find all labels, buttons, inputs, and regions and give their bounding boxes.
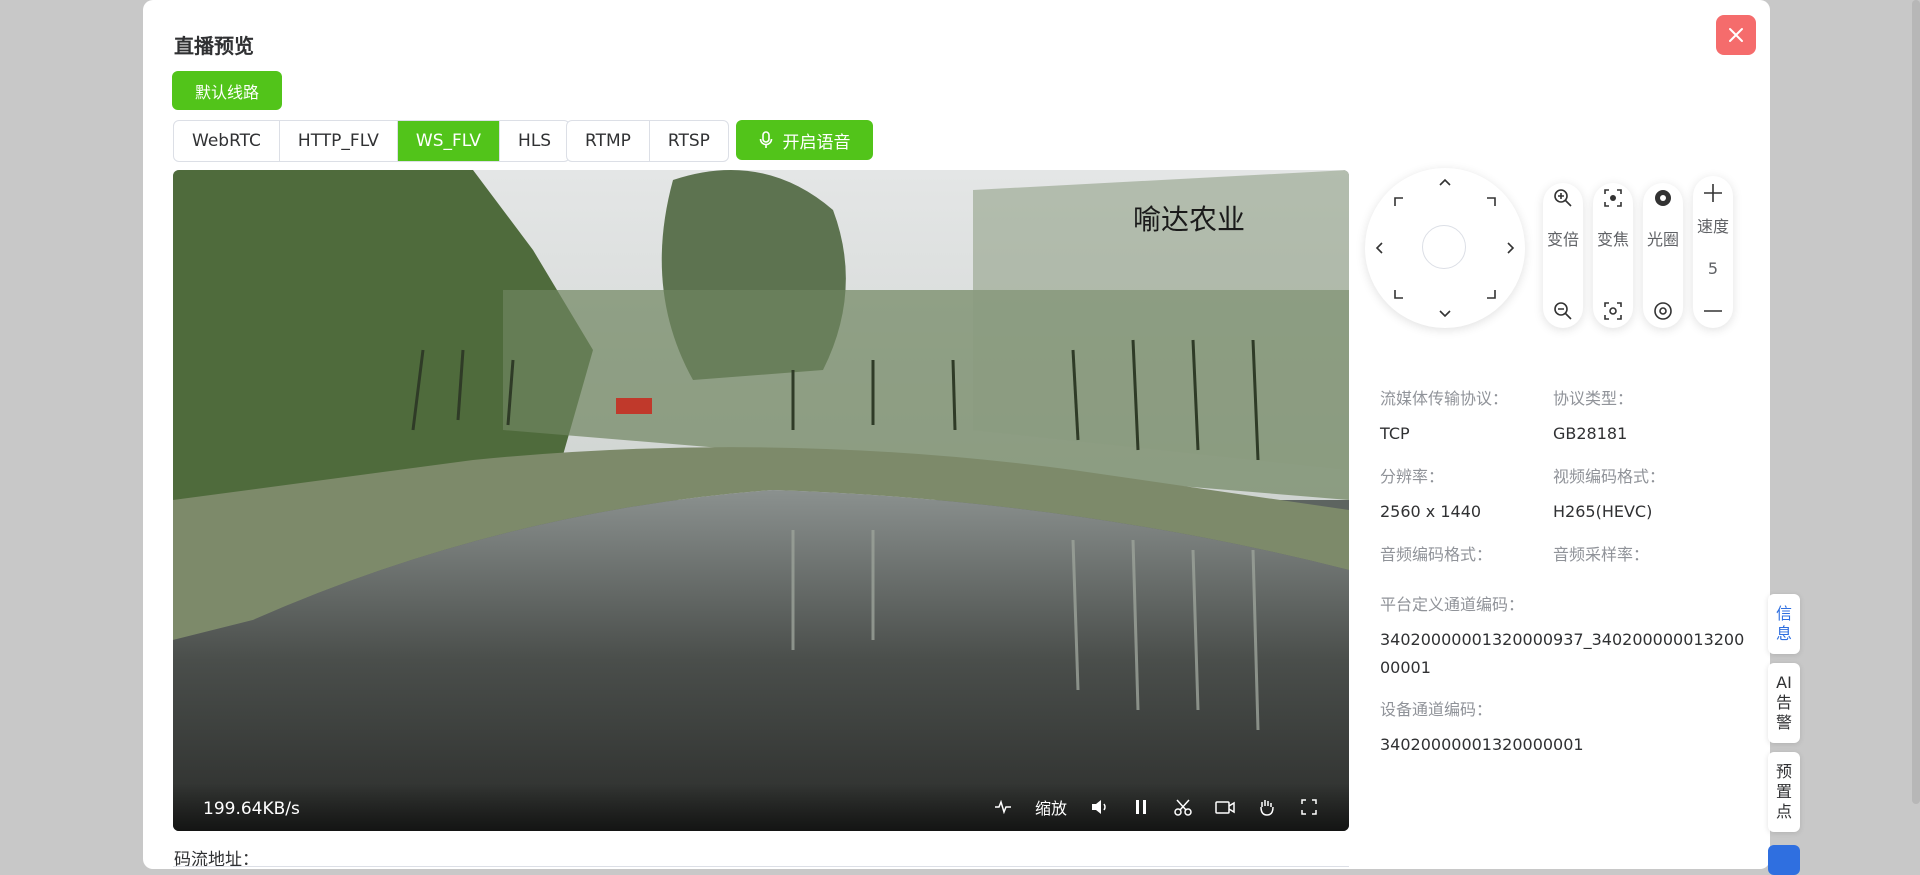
waveform-icon[interactable] [993, 797, 1013, 817]
resolution-key: 分辨率： [1380, 467, 1445, 486]
iris-close-icon[interactable] [1652, 300, 1674, 322]
side-tab-extra[interactable] [1768, 845, 1800, 875]
transport-protocol-value: TCP [1380, 424, 1410, 443]
tab-rtsp[interactable]: RTSP [650, 121, 728, 161]
side-tab-info[interactable]: 信息 [1768, 594, 1800, 654]
ptz-zoom-control: 变倍 [1543, 183, 1583, 328]
iris-label: 光圈 [1646, 230, 1679, 249]
zoom-out-icon[interactable] [1552, 300, 1574, 322]
video-watermark: 喻达农业 [1133, 203, 1246, 236]
close-icon [1729, 28, 1743, 42]
player-controls: 199.64KB/s 缩放 [173, 783, 1349, 831]
device-channel-key: 设备通道编码： [1380, 700, 1493, 719]
voice-button[interactable]: 开启语音 [736, 120, 873, 160]
resolution-value: 2560 x 1440 [1380, 502, 1482, 521]
transport-protocol-key: 流媒体传输协议： [1380, 389, 1509, 408]
hand-icon[interactable] [1257, 797, 1277, 817]
side-tab-preset-label: 预置点 [1775, 762, 1792, 821]
dialog-title: 直播预览 [174, 34, 254, 58]
platform-channel-key: 平台定义通道编码： [1380, 595, 1525, 614]
tab-webrtc[interactable]: WebRTC [174, 121, 280, 161]
speed-label: 速度 [1696, 217, 1729, 236]
ptz-speed-control: 速度 5 [1693, 176, 1733, 328]
video-codec-value: H265(HEVC) [1553, 502, 1653, 521]
platform-channel-value-line1: 34020000001320000937_340200000013200 [1380, 630, 1745, 649]
ptz-right-icon[interactable] [1503, 240, 1519, 256]
ptz-focus-control: 变焦 [1593, 183, 1633, 328]
bitrate-readout: 199.64KB/s [203, 799, 300, 819]
zoom-label: 变倍 [1546, 230, 1579, 249]
tab-http-flv[interactable]: HTTP_FLV [280, 121, 398, 161]
audio-codec-key: 音频编码格式： [1380, 545, 1493, 564]
live-preview-dialog: 直播预览 默认线路 WebRTC HTTP_FLV WS_FLV HLS RTM… [143, 0, 1770, 870]
protocol-type-value: GB28181 [1553, 424, 1628, 443]
side-tab-info-label: 信息 [1775, 604, 1792, 643]
protocol-tabs: WebRTC HTTP_FLV WS_FLV HLS [173, 120, 571, 162]
side-tab-ai-alarm-label: AI告警 [1775, 673, 1792, 732]
page-scrollbar[interactable] [1912, 0, 1920, 804]
side-tab-ai-alarm[interactable]: AI告警 [1768, 663, 1800, 743]
video-player[interactable]: 喻达农业 199.64KB/s 缩放 [173, 170, 1349, 831]
focus-near-icon[interactable] [1602, 187, 1624, 209]
protocol-type-key: 协议类型： [1553, 389, 1634, 408]
focus-far-icon[interactable] [1602, 300, 1624, 322]
ptz-down-left-icon[interactable] [1391, 286, 1407, 302]
side-tab-preset[interactable]: 预置点 [1768, 752, 1800, 832]
microphone-icon [759, 131, 772, 148]
stream-address-field[interactable] [173, 866, 1349, 867]
ptz-up-icon[interactable] [1437, 174, 1453, 190]
pull-protocol-tabs: RTMP RTSP [566, 120, 729, 162]
ptz-down-right-icon[interactable] [1483, 286, 1499, 302]
speed-value: 5 [1707, 259, 1719, 278]
video-frame [173, 170, 1349, 831]
default-route-button[interactable]: 默认线路 [172, 71, 282, 110]
close-button[interactable] [1716, 15, 1756, 55]
ptz-direction-pad [1365, 168, 1525, 328]
zoom-in-icon[interactable] [1552, 187, 1574, 209]
scissors-icon[interactable] [1173, 797, 1193, 817]
iris-open-icon[interactable] [1652, 187, 1674, 209]
video-codec-key: 视频编码格式： [1553, 467, 1666, 486]
speed-decrease-icon[interactable] [1702, 300, 1724, 322]
focus-label: 变焦 [1596, 230, 1629, 249]
tab-rtmp[interactable]: RTMP [567, 121, 650, 161]
ptz-up-left-icon[interactable] [1391, 194, 1407, 210]
ptz-down-icon[interactable] [1437, 306, 1453, 322]
tab-ws-flv[interactable]: WS_FLV [397, 121, 501, 161]
pause-icon[interactable] [1131, 797, 1151, 817]
tab-hls[interactable]: HLS [500, 121, 569, 161]
speed-increase-icon[interactable] [1702, 182, 1724, 204]
record-icon[interactable] [1215, 797, 1235, 817]
volume-icon[interactable] [1089, 797, 1109, 817]
voice-button-label: 开启语音 [782, 132, 851, 153]
ptz-up-right-icon[interactable] [1483, 194, 1499, 210]
device-channel-value: 34020000001320000001 [1380, 735, 1584, 754]
ptz-left-icon[interactable] [1371, 240, 1387, 256]
fullscreen-icon[interactable] [1299, 797, 1319, 817]
platform-channel-value-line2: 00001 [1380, 658, 1431, 677]
ptz-center-button[interactable] [1422, 225, 1466, 269]
zoom-toggle[interactable]: 缩放 [1035, 795, 1067, 819]
ptz-iris-control: 光圈 [1643, 183, 1683, 328]
audio-sample-rate-key: 音频采样率： [1553, 545, 1650, 564]
